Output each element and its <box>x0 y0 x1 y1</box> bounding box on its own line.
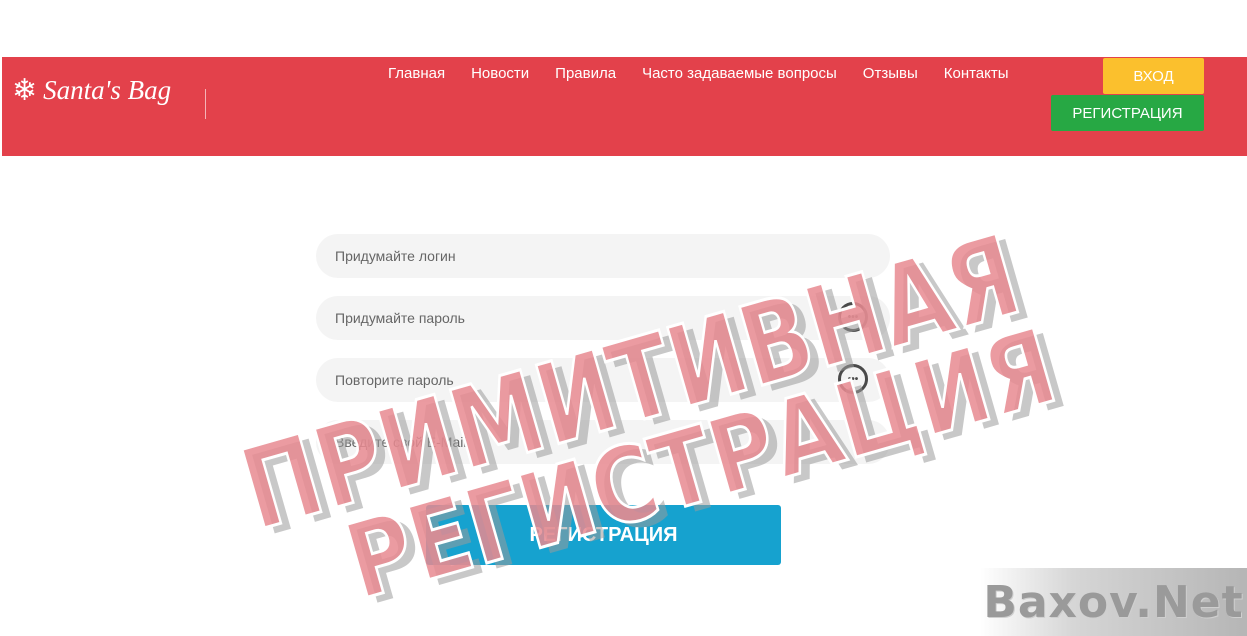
header-register-button[interactable]: РЕГИСТРАЦИЯ <box>1051 95 1204 131</box>
nav-item-faq[interactable]: Часто задаваемые вопросы <box>642 65 837 83</box>
submit-register-button[interactable]: РЕГИСТРАЦИЯ <box>426 505 781 565</box>
repeat-password-field-wrap: ••• <box>316 358 890 402</box>
nav-item-rules[interactable]: Правила <box>555 65 616 83</box>
login-field-wrap <box>316 234 890 278</box>
nav-item-news[interactable]: Новости <box>471 65 529 83</box>
logo-divider <box>205 89 206 119</box>
registration-form: ••• ••• <box>316 234 890 482</box>
watermark-text: Baxov.Net <box>983 576 1244 628</box>
show-repeat-password-icon[interactable]: ••• <box>838 364 868 394</box>
nav-item-reviews[interactable]: Отзывы <box>863 65 918 83</box>
site-header: ❄ Santa's Bag Главная Новости Правила Ча… <box>2 57 1247 156</box>
repeat-password-input[interactable] <box>316 358 890 402</box>
logo-text: Santa's Bag <box>43 75 172 105</box>
login-input[interactable] <box>316 234 890 278</box>
email-input[interactable] <box>316 420 890 464</box>
watermark: Baxov.Net <box>980 568 1247 636</box>
password-field-wrap: ••• <box>316 296 890 340</box>
password-input[interactable] <box>316 296 890 340</box>
show-password-icon[interactable]: ••• <box>838 302 868 332</box>
logo[interactable]: ❄ Santa's Bag <box>12 75 171 106</box>
snowflake-icon: ❄ <box>12 73 38 107</box>
main-nav: Главная Новости Правила Часто задаваемые… <box>388 65 1035 83</box>
nav-item-home[interactable]: Главная <box>388 65 445 83</box>
email-field-wrap <box>316 420 890 464</box>
nav-item-contacts[interactable]: Контакты <box>944 65 1009 83</box>
login-button[interactable]: ВХОД <box>1103 58 1204 94</box>
